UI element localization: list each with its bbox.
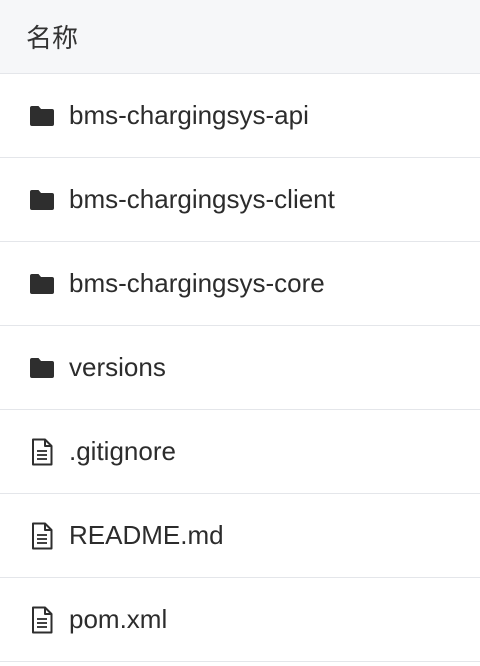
file-row[interactable]: pom.xml bbox=[0, 578, 480, 662]
file-icon bbox=[28, 438, 56, 466]
folder-icon bbox=[28, 270, 56, 298]
folder-icon bbox=[28, 186, 56, 214]
file-icon bbox=[28, 606, 56, 634]
file-icon bbox=[28, 522, 56, 550]
file-row[interactable]: bms-chargingsys-client bbox=[0, 158, 480, 242]
file-name: versions bbox=[69, 352, 166, 382]
file-row[interactable]: bms-chargingsys-api bbox=[0, 74, 480, 158]
file-name: bms-chargingsys-core bbox=[69, 268, 325, 298]
file-name: README.md bbox=[69, 520, 224, 550]
file-row[interactable]: .gitignore bbox=[0, 410, 480, 494]
file-name: bms-chargingsys-api bbox=[69, 100, 309, 130]
file-row[interactable]: README.md bbox=[0, 494, 480, 578]
folder-icon bbox=[28, 354, 56, 382]
file-row[interactable]: bms-chargingsys-core bbox=[0, 242, 480, 326]
folder-icon bbox=[28, 102, 56, 130]
file-list: 名称 bms-chargingsys-api bms-chargingsys-c… bbox=[0, 0, 480, 666]
file-name: bms-chargingsys-client bbox=[69, 184, 335, 214]
file-name: .gitignore bbox=[69, 436, 176, 466]
file-row[interactable]: versions bbox=[0, 326, 480, 410]
column-header-label: 名称 bbox=[26, 23, 79, 53]
file-name: pom.xml bbox=[69, 604, 168, 634]
column-header-name[interactable]: 名称 bbox=[0, 0, 480, 74]
